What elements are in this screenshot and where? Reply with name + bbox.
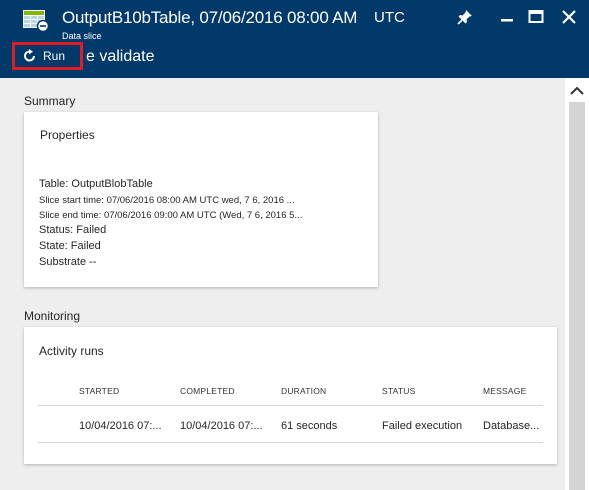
summary-section-label: Summary [24,94,76,108]
blade-subtitle: Data slice [62,31,102,41]
column-header-started[interactable]: STARTED [79,386,119,396]
close-icon[interactable] [560,8,578,26]
properties-title: Properties [40,128,95,142]
cell-completed: 10/04/2016 07:... [180,420,263,432]
cell-started: 10/04/2016 07:... [79,420,162,432]
validate-command[interactable]: e validate [86,48,155,66]
pin-icon[interactable] [456,8,474,26]
property-table: Table: OutputBlobTable [39,178,153,190]
chevron-up-icon[interactable] [570,86,584,96]
blade-header: OutputB10bTable, 07/06/2016 08:00 AM UTC… [0,0,589,78]
cell-duration: 61 seconds [281,420,338,432]
cell-status: Failed execution [382,420,463,432]
column-header-message[interactable]: MESSAGE [483,386,526,396]
blade-title: OutputB10bTable, 07/06/2016 08:00 AM [62,8,358,27]
activity-runs-title: Activity runs [39,344,104,358]
property-substrate: Substrate -- [39,256,97,268]
minimize-icon[interactable] [498,8,516,26]
monitoring-section-label: Monitoring [24,309,81,323]
property-status: Status: Failed [39,224,107,236]
timezone-label: UTC [374,9,405,26]
run-button[interactable]: Run [12,42,83,70]
maximize-icon[interactable] [527,8,545,26]
rerun-icon [24,49,35,62]
table-row-divider [38,442,543,443]
table-header-divider [38,405,543,406]
data-slice-table-icon [23,10,49,32]
properties-card[interactable]: Properties Table: OutputBlobTable Slice … [24,112,378,287]
column-header-status[interactable]: STATUS [382,386,415,396]
column-header-completed[interactable]: COMPLETED [180,386,235,396]
run-button-label: Run [43,49,66,63]
cell-message: Database... [483,420,540,432]
vertical-scrollbar[interactable] [565,78,589,490]
property-state: State: Failed [39,240,101,252]
blade-content: Summary Properties Table: OutputBlobTabl… [0,78,565,490]
activity-runs-card[interactable]: Activity runs STARTED COMPLETED DURATION… [24,327,557,464]
property-slice-start: Slice start time: 07/06/2016 08:00 AM UT… [39,195,295,206]
column-header-duration[interactable]: DURATION [281,386,326,396]
property-slice-end: Slice end time: 07/06/2016 09:00 AM UTC … [39,210,303,221]
scrollbar-thumb[interactable] [569,102,585,490]
